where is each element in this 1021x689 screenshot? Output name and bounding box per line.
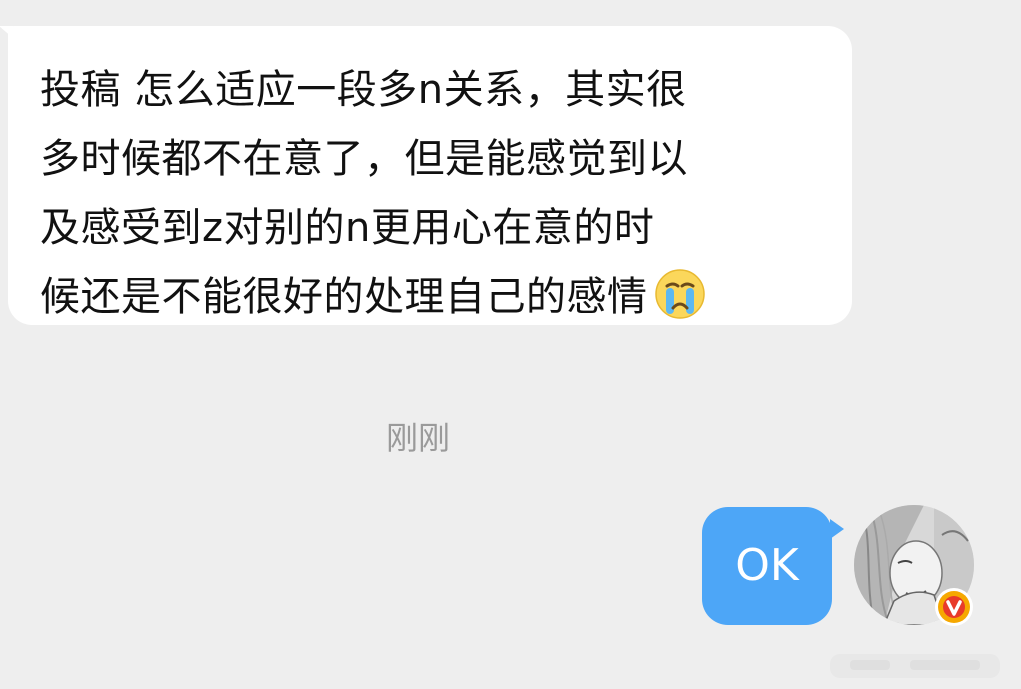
message-line-1: 投稿 怎么适应一段多n关系，其实很 [40, 67, 687, 113]
crying-face-emoji-icon [654, 268, 706, 342]
incoming-message: 投稿 怎么适应一段多n关系，其实很 多时候都不在意了，但是能感觉到以 及感受到z… [0, 26, 852, 325]
message-line-4-text: 候还是不能很好的处理自己的感情 [40, 274, 648, 320]
incoming-message-bubble[interactable]: 投稿 怎么适应一段多n关系，其实很 多时候都不在意了，但是能感觉到以 及感受到z… [0, 26, 852, 325]
message-line-3: 及感受到z对别的n更用心在意的时 [40, 205, 655, 251]
message-line-2: 多时候都不在意了，但是能感觉到以 [40, 136, 688, 182]
watermark-smudge [820, 648, 1010, 684]
message-timestamp: 刚刚 [385, 419, 450, 457]
outgoing-message-bubble[interactable]: OK [702, 507, 844, 625]
message-line-4: 候还是不能很好的处理自己的感情 [40, 263, 812, 342]
verified-v-badge-icon [934, 587, 974, 627]
